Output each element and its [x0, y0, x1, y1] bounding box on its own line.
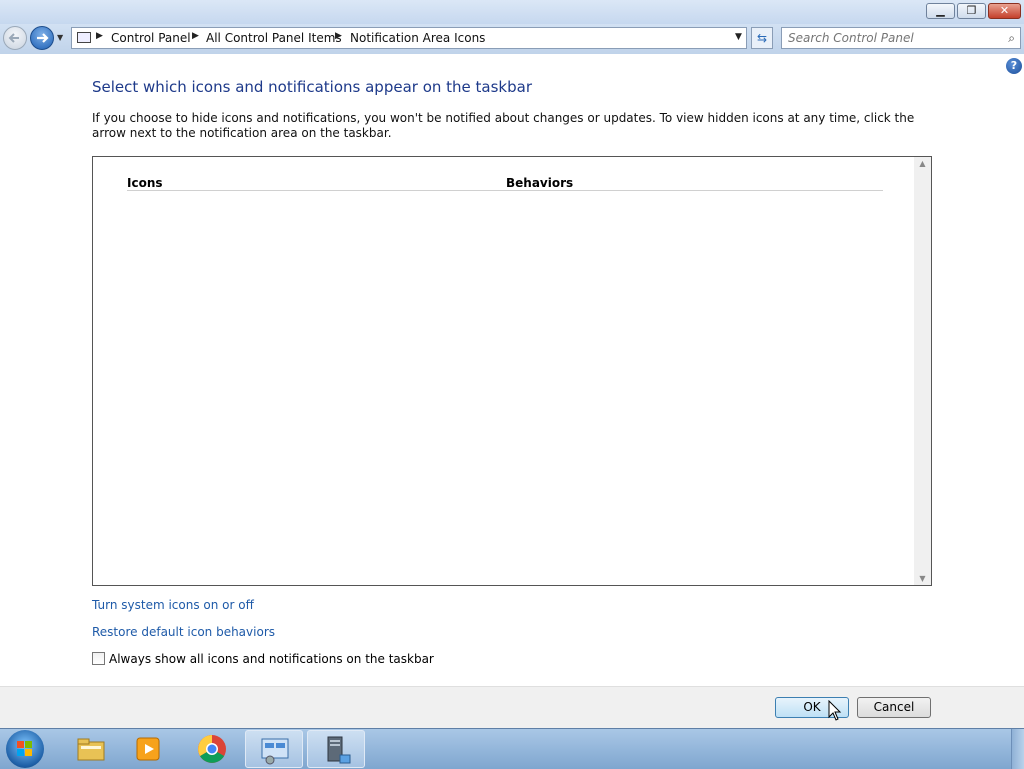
- start-button[interactable]: [6, 730, 44, 768]
- maximize-button[interactable]: ❐: [957, 3, 986, 19]
- restore-default-behaviors-link[interactable]: Restore default icon behaviors: [92, 625, 275, 639]
- always-show-option[interactable]: Always show all icons and notifications …: [92, 652, 434, 666]
- page-title: Select which icons and notifications app…: [92, 78, 532, 96]
- always-show-checkbox[interactable]: [92, 652, 105, 665]
- control-panel-icon: [261, 738, 289, 765]
- breadcrumb-notification-area-icons[interactable]: Notification Area Icons: [350, 31, 485, 45]
- taskbar-item-chrome[interactable]: [183, 730, 241, 768]
- address-bar[interactable]: ▶ Control Panel ▶ All Control Panel Item…: [71, 27, 747, 49]
- search-input[interactable]: [788, 30, 988, 46]
- dialog-footer: OK Cancel: [0, 686, 1024, 729]
- vertical-scrollbar[interactable]: ▲ ▼: [914, 157, 931, 585]
- minimize-button[interactable]: ▁: [926, 3, 955, 19]
- windows-logo-icon: [17, 741, 33, 757]
- restore-icon: ❐: [966, 4, 977, 17]
- show-desktop-button[interactable]: [1011, 729, 1024, 769]
- chrome-icon: [198, 735, 226, 763]
- control-panel-icon: [77, 32, 91, 43]
- windows-explorer-icon: [77, 738, 105, 761]
- column-header-behaviors: Behaviors: [506, 176, 574, 190]
- forward-button[interactable]: [30, 26, 54, 50]
- address-history-chevron-icon[interactable]: ▼: [735, 32, 742, 42]
- cancel-button[interactable]: Cancel: [857, 697, 931, 718]
- taskbar-item-server-manager[interactable]: [307, 730, 365, 768]
- scroll-up-arrow-icon[interactable]: ▲: [914, 159, 931, 168]
- taskbar-item-media-player[interactable]: [120, 730, 178, 768]
- breadcrumb-all-items[interactable]: All Control Panel Items: [206, 31, 342, 45]
- media-player-icon: [136, 737, 160, 761]
- refresh-button[interactable]: ⇆: [751, 27, 773, 49]
- search-icon[interactable]: ⌕: [1008, 31, 1015, 46]
- forward-arrow-icon: [37, 33, 49, 43]
- title-bar: ▁ ❐ ✕: [0, 0, 1024, 24]
- taskbar-item-control-panel[interactable]: [245, 730, 303, 768]
- breadcrumb-separator-icon[interactable]: ▶: [335, 31, 342, 41]
- page-description: If you choose to hide icons and notifica…: [92, 111, 915, 140]
- recent-pages-chevron-icon[interactable]: ▼: [57, 33, 63, 42]
- refresh-icon: ⇆: [756, 31, 768, 45]
- server-manager-icon: [327, 736, 351, 764]
- breadcrumb-separator-icon[interactable]: ▶: [96, 31, 103, 41]
- help-button[interactable]: ?: [1006, 58, 1022, 74]
- turn-system-icons-link[interactable]: Turn system icons on or off: [92, 598, 254, 612]
- minimize-icon: ▁: [936, 4, 945, 17]
- breadcrumb-separator-icon[interactable]: ▶: [192, 31, 199, 41]
- close-button[interactable]: ✕: [988, 3, 1021, 19]
- taskbar: [0, 728, 1024, 769]
- taskbar-item-explorer[interactable]: [62, 730, 120, 768]
- close-icon: ✕: [999, 4, 1010, 17]
- back-arrow-icon: [8, 33, 19, 43]
- mouse-cursor-icon: [828, 700, 842, 721]
- search-box[interactable]: ⌕: [781, 27, 1021, 49]
- header-divider: [127, 190, 883, 191]
- breadcrumb-control-panel[interactable]: Control Panel: [111, 31, 191, 45]
- scroll-down-arrow-icon[interactable]: ▼: [914, 574, 931, 583]
- back-button[interactable]: [3, 26, 27, 50]
- help-icon: ?: [1010, 59, 1018, 72]
- always-show-label: Always show all icons and notifications …: [109, 652, 434, 666]
- column-header-icons: Icons: [127, 176, 163, 190]
- notification-icons-list[interactable]: Icons Behaviors ▲ ▼: [92, 156, 932, 586]
